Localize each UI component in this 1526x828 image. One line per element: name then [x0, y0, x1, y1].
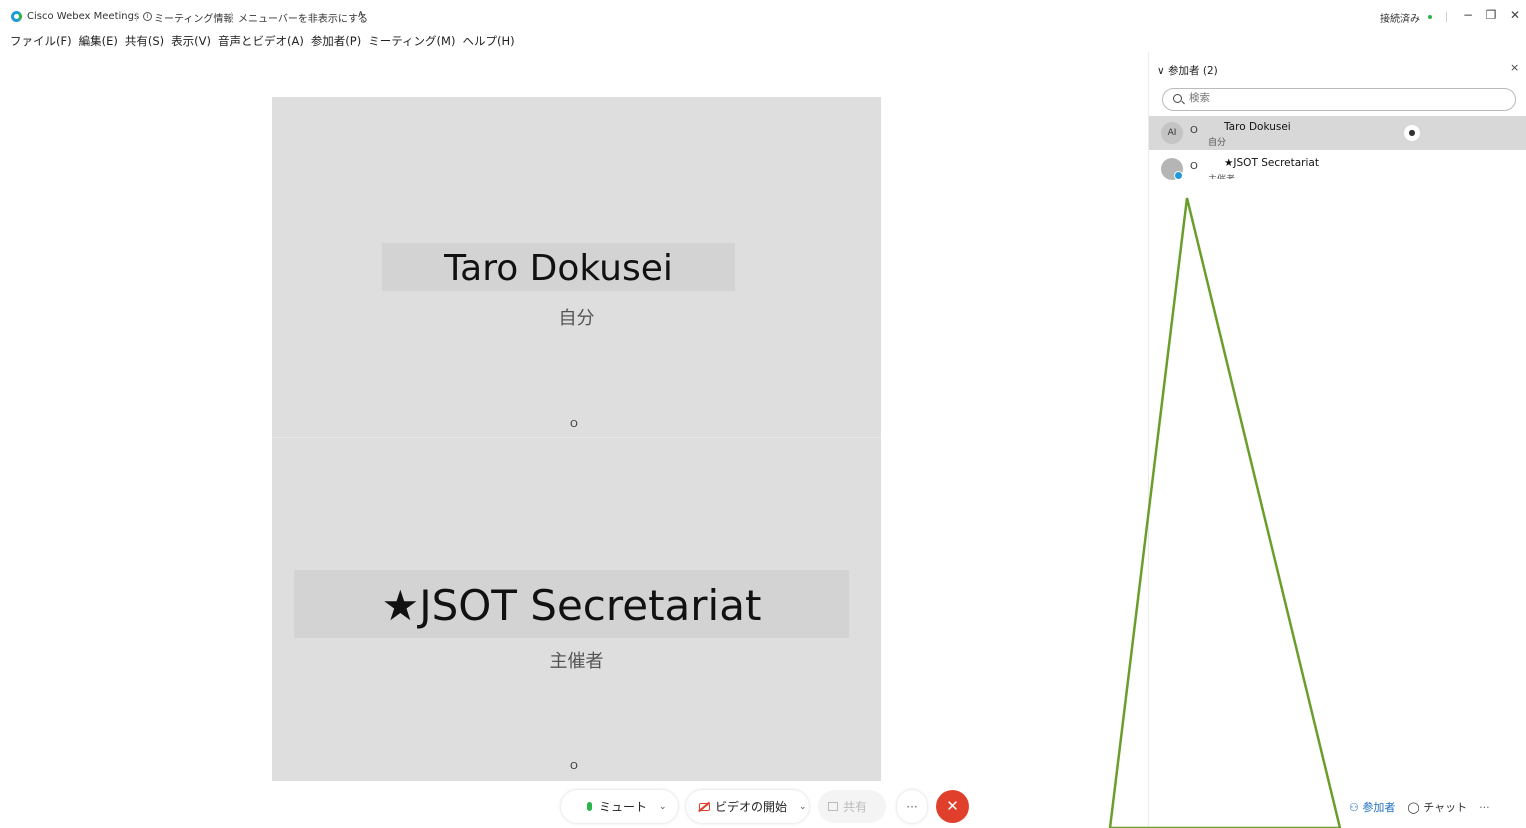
share-button[interactable]: 共有 — [818, 790, 886, 823]
participant-name: ★JSOT Secretariat — [1224, 157, 1319, 169]
menu-bar: ファイル(F) 編集(E) 共有(S) 表示(V) 音声とビデオ(A) 参加者(… — [0, 33, 522, 49]
avatar: AI — [1161, 122, 1183, 144]
video-tile[interactable]: Taro Dokusei 自分 Ο — [272, 97, 881, 438]
participant-role: 主催者 — [1208, 172, 1235, 179]
panel-header[interactable]: ∨ 参加者 (2) — [1157, 63, 1218, 78]
audio-icon: Ο — [570, 419, 578, 430]
chat-tab-label: チャット — [1423, 801, 1468, 814]
connection-status: 接続済み — [1380, 14, 1420, 25]
menu-participants[interactable]: 参加者(P) — [311, 33, 361, 49]
participant-search[interactable] — [1162, 88, 1516, 111]
menu-file[interactable]: ファイル(F) — [10, 33, 72, 49]
search-input[interactable] — [1189, 92, 1509, 104]
start-video-button[interactable]: ビデオの開始 ⌄ — [686, 790, 809, 823]
share-icon — [828, 802, 838, 811]
menu-help[interactable]: ヘルプ(H) — [462, 33, 514, 49]
search-icon — [1173, 94, 1182, 103]
mute-button[interactable]: ミュート ⌄ — [561, 790, 678, 823]
close-panel-button[interactable]: × — [1510, 61, 1519, 74]
menu-audio-video[interactable]: 音声とビデオ(A) — [218, 33, 304, 49]
audio-icon: Ο — [1190, 161, 1198, 172]
video-off-icon — [699, 802, 710, 811]
tile-role: 自分 — [558, 308, 595, 329]
hide-menubar-button[interactable]: メニューバーを非表示にする — [238, 10, 368, 25]
chevron-down-icon[interactable]: ∨ — [1157, 65, 1165, 77]
restore-button[interactable]: ❐ — [1484, 9, 1498, 21]
participant-row[interactable]: AI Ο Taro Dokusei 自分 ● — [1149, 116, 1526, 150]
menu-edit[interactable]: 編集(E) — [79, 33, 118, 49]
menu-meeting[interactable]: ミーティング(M) — [368, 33, 455, 49]
chevron-down-icon[interactable]: ⌄ — [659, 802, 667, 812]
app-title: Cisco Webex Meetings — [27, 11, 140, 22]
tile-name: Taro Dokusei — [382, 243, 735, 291]
panel-more-button[interactable]: ··· — [1479, 801, 1490, 814]
more-options-button[interactable]: ··· — [897, 790, 927, 823]
audio-icon: Ο — [1190, 125, 1198, 136]
video-label: ビデオの開始 — [715, 800, 788, 814]
tile-role: 主催者 — [549, 651, 604, 672]
raise-hand-icon[interactable]: ● — [1404, 125, 1420, 141]
meeting-info-button[interactable]: ミーティング情報 — [154, 10, 233, 25]
panel-footer: ⚇ 参加者 ◯ チャット ··· — [1349, 799, 1490, 815]
share-label: 共有 — [843, 800, 868, 814]
end-call-button[interactable]: ✕ — [936, 790, 969, 823]
participant-row[interactable]: Ο ★JSOT Secretariat 主催者 — [1149, 152, 1526, 186]
video-stage: Taro Dokusei 自分 Ο ★JSOT Secretariat 主催者 … — [272, 97, 881, 781]
audio-icon: Ο — [570, 761, 578, 772]
participants-tab-label: 参加者 — [1362, 801, 1396, 814]
tile-name: ★JSOT Secretariat — [294, 570, 849, 638]
chat-tab[interactable]: ◯ チャット — [1407, 799, 1467, 815]
divider — [231, 12, 232, 22]
info-icon[interactable]: i — [143, 12, 152, 21]
status-dot-icon — [1428, 15, 1432, 19]
menu-view[interactable]: 表示(V) — [171, 33, 211, 49]
person-icon: ⚇ — [1349, 801, 1359, 814]
title-bar: Cisco Webex Meetings i ミーティング情報 メニューバーを非… — [0, 0, 1526, 30]
video-tile[interactable]: ★JSOT Secretariat 主催者 Ο — [272, 439, 881, 781]
chat-bubble-icon: ◯ — [1407, 801, 1420, 814]
close-window-button[interactable]: ✕ — [1508, 9, 1522, 21]
divider — [136, 12, 137, 22]
participants-tab[interactable]: ⚇ 参加者 — [1349, 799, 1395, 815]
chevron-down-icon[interactable]: ⌄ — [799, 802, 807, 812]
minimize-button[interactable]: − — [1461, 9, 1475, 21]
participants-panel: ∨ 参加者 (2) × AI Ο Taro Dokusei 自分 ● Ο ★JS… — [1148, 52, 1526, 828]
menu-share[interactable]: 共有(S) — [125, 33, 164, 49]
participant-role: 自分 — [1208, 138, 1227, 148]
webex-logo-icon — [11, 11, 22, 22]
chevron-up-icon[interactable]: ∧ — [357, 9, 364, 20]
participant-name: Taro Dokusei — [1224, 121, 1291, 133]
microphone-icon — [587, 802, 592, 811]
divider — [1446, 12, 1447, 22]
mute-label: ミュート — [599, 800, 648, 814]
host-badge-icon — [1174, 171, 1183, 180]
panel-title: 参加者 (2) — [1168, 65, 1218, 77]
host-avatar-icon — [1161, 158, 1183, 180]
